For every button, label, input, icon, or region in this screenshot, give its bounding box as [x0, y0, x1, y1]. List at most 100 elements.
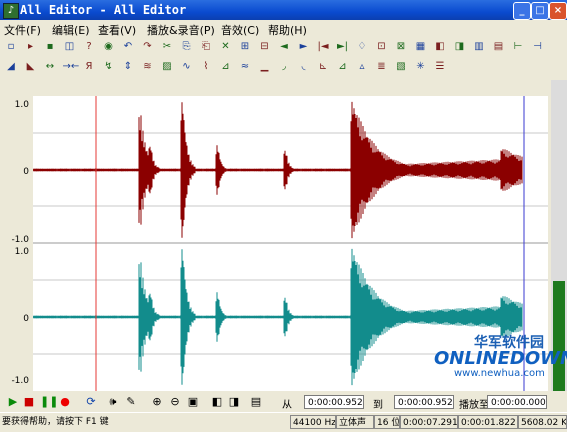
menu-help[interactable]: 帮助(H) [268, 22, 307, 38]
ch2-mid-label: 0 [23, 314, 29, 324]
level-meter [551, 80, 567, 391]
save-as-icon[interactable]: ◫ [63, 40, 77, 54]
amplify-icon[interactable]: ⇕ [121, 60, 135, 74]
volume-icon[interactable]: 🕪 [106, 395, 120, 409]
save-icon[interactable]: ▪ [43, 40, 57, 54]
minimize-button[interactable]: _ [513, 2, 531, 20]
pause-icon[interactable]: ❚❚ [40, 395, 58, 409]
menu-effects[interactable]: 音效(C) [221, 22, 259, 38]
distortion-icon[interactable]: ⊿ [336, 60, 350, 74]
maximize-button[interactable]: □ [531, 2, 549, 20]
loop-icon[interactable]: ⟳ [84, 395, 98, 409]
pitch-icon[interactable]: ⊿ [219, 60, 233, 74]
view-top-icon[interactable]: ▤ [492, 40, 506, 54]
compress-icon[interactable]: →← [63, 60, 80, 74]
goto-start-icon[interactable]: |◄ [316, 40, 330, 54]
ch1-bot-label: -1.0 [11, 235, 29, 245]
equalizer-icon[interactable]: ▁ [258, 60, 272, 74]
copy-icon[interactable]: ⎘ [180, 40, 194, 54]
zoom-out-region-icon[interactable]: ► [297, 40, 311, 54]
status-bits: 16 位 [374, 415, 400, 429]
zoom-in-icon[interactable]: ⊕ [150, 395, 164, 409]
status-size: 5608.02 KB [518, 415, 567, 429]
stop-icon[interactable]: ■ [22, 395, 36, 409]
reverb-icon[interactable]: ∿ [180, 60, 194, 74]
transport-bar: ▶ ■ ❚❚ ● ⟳ 🕪 ✎ ⊕ ⊖ ▣ ◧ ◨ ▤ 从 0:00:00.952… [0, 392, 567, 412]
menu-bar: 文件(F) 编辑(E) 查看(V) 播放&录音(P) 音效(C) 帮助(H) [0, 20, 567, 37]
filter-icon[interactable]: ⌇ [199, 60, 213, 74]
main-toolbar: ▫ ▸ ▪ ◫? ◉ ↶ ↷ ✂ ⎘ ⎗ ✕ ⊞ ⊟ ◄ ► |◄ ►| ♢ ⊡ ⊠ ▦ ◧ ◨ ▥ ▤ ⊢ ⊣ [0, 38, 555, 56]
zoom-selection-icon[interactable]: ◧ [210, 395, 224, 409]
tremolo-icon[interactable]: ☰ [433, 60, 447, 74]
fade-out-icon[interactable]: ◣ [24, 60, 38, 74]
watermark: 华军软件园 ONLINEDOWN www.newhua.com [430, 330, 567, 385]
status-position: 0:00:01.822 [458, 415, 518, 429]
delete-icon[interactable]: ✕ [219, 40, 233, 54]
zoom-in-region-icon[interactable]: ◄ [277, 40, 291, 54]
help-icon[interactable]: ? [82, 40, 96, 54]
zoom-full-icon[interactable]: ▦ [414, 40, 428, 54]
ch2-top-label: 1.0 [14, 247, 29, 257]
effects-toolbar: ◢ ◣ ↔ →← Я ↯ ⇕ ≋ ▨ ∿ ⌇ ⊿ ≈ ▁ ◞ ◟ ⊾ ⊿ ▵ ≣ ▧ ✳ ☰ [0, 58, 555, 76]
echo-icon[interactable]: ▨ [160, 60, 174, 74]
close-button[interactable]: × [549, 2, 567, 20]
fade-in-icon[interactable]: ◢ [4, 60, 18, 74]
play-to-label: 播放至 [459, 400, 489, 411]
ch1-mid-label: 0 [23, 167, 29, 177]
reverse-icon[interactable]: Я [82, 60, 96, 74]
open-icon[interactable]: ▸ [24, 40, 38, 54]
about-icon[interactable]: ◉ [102, 40, 116, 54]
to-field[interactable]: 0:00:00.952 [394, 395, 454, 409]
play-icon[interactable]: ▶ [6, 395, 20, 409]
envelope-icon[interactable]: ≣ [375, 60, 389, 74]
stretch-icon[interactable]: ↔ [43, 60, 57, 74]
app-icon[interactable]: ♪ [3, 3, 19, 19]
view-right-icon[interactable]: ◨ [453, 40, 467, 54]
trim-icon[interactable]: ⊟ [258, 40, 272, 54]
from-label: 从 [282, 400, 292, 411]
watermark-logo: ONLINEDOWN [434, 348, 567, 369]
ch2-bot-label: -1.0 [11, 376, 29, 386]
wave-icon[interactable]: ✳ [414, 60, 428, 74]
settings-icon[interactable]: ▤ [249, 395, 263, 409]
record-icon[interactable]: ● [58, 395, 72, 409]
chorus-icon[interactable]: ◞ [277, 60, 291, 74]
monitor-icon[interactable]: ◨ [227, 395, 241, 409]
menu-edit[interactable]: 编辑(E) [52, 22, 90, 38]
zoom-out-icon[interactable]: ⊖ [168, 395, 182, 409]
cut-icon[interactable]: ✂ [160, 40, 174, 54]
select-all-icon[interactable]: ⊞ [238, 40, 252, 54]
microphone-icon[interactable]: ✎ [124, 395, 138, 409]
goto-end-icon[interactable]: ►| [336, 40, 350, 54]
status-bar: 要获得帮助，请按下 F1 键 44100 Hz 立体声 16 位 0:00:07… [0, 412, 567, 431]
marker-icon[interactable]: ♢ [355, 40, 369, 54]
zoom-fit-icon[interactable]: ▣ [186, 395, 200, 409]
noise-icon[interactable]: ▵ [355, 60, 369, 74]
join-icon[interactable]: ⊣ [531, 40, 545, 54]
flanger-icon[interactable]: ◟ [297, 60, 311, 74]
undo-icon[interactable]: ↶ [121, 40, 135, 54]
paste-icon[interactable]: ⎗ [199, 40, 213, 54]
status-help: 要获得帮助，请按下 F1 键 [0, 415, 290, 429]
split-icon[interactable]: ⊢ [511, 40, 525, 54]
status-duration: 0:00:07.291 [400, 415, 458, 429]
invert-icon[interactable]: ≋ [141, 60, 155, 74]
redo-icon[interactable]: ↷ [141, 40, 155, 54]
from-field[interactable]: 0:00:00.952 [304, 395, 364, 409]
normalize-icon[interactable]: ↯ [102, 60, 116, 74]
new-icon[interactable]: ▫ [4, 40, 18, 54]
menu-view[interactable]: 查看(V) [98, 22, 136, 38]
view-left-icon[interactable]: ◧ [433, 40, 447, 54]
view-both-icon[interactable]: ▥ [472, 40, 486, 54]
status-channels: 立体声 [336, 415, 374, 429]
mix-icon[interactable]: ⊠ [394, 40, 408, 54]
vibrato-icon[interactable]: ⊾ [316, 60, 330, 74]
level-meter-fill [553, 281, 565, 391]
speed-icon[interactable]: ≈ [238, 60, 252, 74]
play-to-field[interactable]: 0:00:00.000 [487, 395, 547, 409]
window-title: All Editor - All Editor [20, 3, 187, 17]
auto-icon[interactable]: ▧ [394, 60, 408, 74]
menu-file[interactable]: 文件(F) [4, 22, 41, 38]
menu-playback[interactable]: 播放&录音(P) [147, 22, 215, 38]
insert-silence-icon[interactable]: ⊡ [375, 40, 389, 54]
